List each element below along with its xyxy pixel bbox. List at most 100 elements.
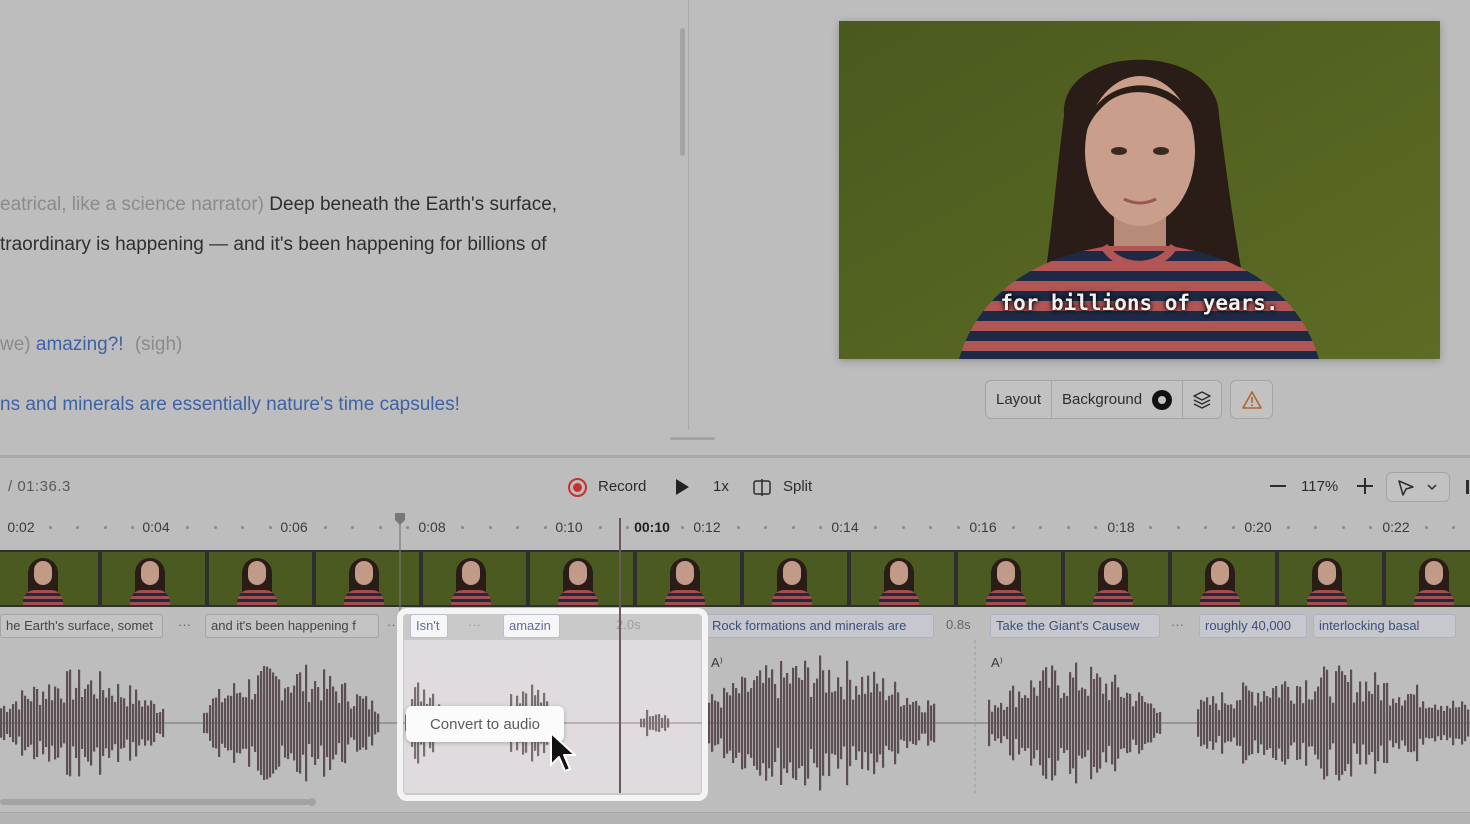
tick-dot bbox=[543, 526, 547, 529]
waveform-bar bbox=[329, 675, 332, 771]
script-segment[interactable]: amazin bbox=[503, 614, 560, 638]
selected-word[interactable]: amazing?! bbox=[36, 334, 124, 355]
script-scrollbar[interactable] bbox=[680, 28, 685, 156]
timeline-more-menu[interactable] bbox=[1466, 480, 1469, 494]
waveform-bar bbox=[777, 698, 780, 748]
scrollbar-handle[interactable] bbox=[308, 798, 316, 806]
waveform-bar bbox=[933, 703, 936, 743]
waveform-bar bbox=[3, 705, 6, 741]
waveform-bar bbox=[894, 681, 897, 765]
layout-button[interactable]: Layout bbox=[986, 381, 1051, 418]
warning-button[interactable] bbox=[1230, 380, 1274, 419]
script-segment[interactable]: he Earth's surface, somet bbox=[0, 614, 163, 638]
script-segment[interactable]: Rock formations and minerals are bbox=[706, 614, 934, 638]
record-button[interactable]: Record bbox=[566, 474, 652, 500]
convert-to-audio-button[interactable]: Convert to audio bbox=[406, 706, 564, 742]
video-thumbnail bbox=[209, 552, 314, 605]
playhead[interactable] bbox=[619, 518, 621, 793]
waveform-bar bbox=[1090, 666, 1093, 780]
waveform-bar bbox=[1126, 692, 1129, 754]
waveform-bar bbox=[903, 705, 906, 741]
waveform-bar bbox=[269, 668, 272, 778]
waveform-bar bbox=[341, 684, 344, 762]
waveform-bar bbox=[1048, 687, 1051, 759]
waveform-bar bbox=[1138, 692, 1141, 754]
tts-marker[interactable]: A⁾ bbox=[711, 655, 723, 671]
waveform-bar bbox=[1323, 666, 1326, 780]
script-line[interactable]: ns and minerals are essentially nature's… bbox=[0, 393, 460, 417]
background-color-swatch[interactable] bbox=[1152, 389, 1173, 410]
segment-gap[interactable]: ··· bbox=[387, 614, 400, 638]
pane-divider[interactable] bbox=[688, 0, 689, 430]
waveform-bar bbox=[108, 688, 111, 758]
segment-gap[interactable]: ··· bbox=[1171, 614, 1184, 638]
waveform-bar bbox=[1290, 700, 1293, 746]
zoom-level: 117% bbox=[1301, 478, 1339, 495]
script-segment[interactable]: Isn't bbox=[410, 614, 448, 638]
waveform-bar bbox=[1404, 700, 1407, 746]
pause-duration[interactable]: 0.8s bbox=[946, 614, 971, 638]
script-segment[interactable]: and it's been happening f bbox=[205, 614, 379, 638]
zoom-out-icon[interactable] bbox=[1270, 485, 1286, 488]
panel-resize-handle[interactable] bbox=[670, 437, 715, 440]
waveform-bar bbox=[69, 669, 72, 777]
video-thumbnail bbox=[1386, 552, 1470, 605]
tick-label: 0:04 bbox=[142, 519, 170, 535]
audio-waveform[interactable] bbox=[0, 640, 1470, 800]
video-preview[interactable]: for billions of years. bbox=[839, 21, 1440, 359]
script-segment[interactable]: Take the Giant's Causew bbox=[990, 614, 1160, 638]
waveform-bar bbox=[834, 691, 837, 755]
waveform-bar bbox=[735, 688, 738, 758]
waveform-bar bbox=[1446, 705, 1449, 741]
sound-tag[interactable]: (sigh) bbox=[135, 334, 183, 355]
waveform-bar bbox=[81, 697, 84, 749]
zoom-in-icon[interactable] bbox=[1357, 478, 1373, 494]
waveform-bar bbox=[816, 678, 819, 768]
layers-button[interactable] bbox=[1183, 381, 1221, 418]
script-segment[interactable]: interlocking basal bbox=[1313, 614, 1456, 638]
split-button[interactable]: Split bbox=[752, 474, 822, 500]
tts-marker[interactable]: A⁾ bbox=[991, 655, 1003, 671]
waveform-bar bbox=[1039, 680, 1042, 766]
waveform-bar bbox=[1329, 696, 1332, 750]
waveform-bar bbox=[825, 692, 828, 754]
waveform-bar bbox=[855, 686, 858, 760]
script-line[interactable]: we) amazing?! (sigh) bbox=[0, 333, 182, 357]
waveform-bar bbox=[296, 674, 299, 772]
waveform-bar bbox=[102, 690, 105, 756]
waveform-bar bbox=[864, 693, 867, 753]
waveform-bar bbox=[21, 690, 24, 756]
script-line[interactable]: traordinary is happening — and it's been… bbox=[0, 233, 547, 257]
segment-gap[interactable]: ··· bbox=[178, 614, 191, 638]
waveform-bar bbox=[906, 697, 909, 749]
waveform-bar bbox=[750, 688, 753, 758]
waveform-bar bbox=[1236, 700, 1239, 746]
tick-dot bbox=[1011, 526, 1015, 529]
waveform-bar bbox=[251, 699, 254, 747]
waveform-bar bbox=[78, 669, 81, 777]
waveform-bar bbox=[1449, 708, 1452, 738]
waveform-bar bbox=[1380, 700, 1383, 746]
video-track[interactable] bbox=[0, 550, 1470, 607]
tool-select-dropdown[interactable] bbox=[1386, 472, 1450, 502]
waveform-bar bbox=[1072, 677, 1075, 769]
timeline-horizontal-scrollbar[interactable] bbox=[0, 799, 310, 805]
script-editor[interactable]: eatrical, like a science narrator) Deep … bbox=[0, 0, 688, 430]
play-icon[interactable] bbox=[674, 478, 690, 496]
waveform-bar bbox=[1024, 695, 1027, 751]
waveform-bar bbox=[209, 705, 212, 741]
script-segment[interactable]: roughly 40,000 bbox=[1199, 614, 1307, 638]
in-point-handle[interactable] bbox=[394, 512, 406, 526]
waveform-bar bbox=[655, 714, 658, 732]
timeline-ruler[interactable]: 0:02 0:04 0:06 0:08 0:10 00:10 0:12 0:14… bbox=[0, 512, 1470, 542]
waveform-bar bbox=[988, 699, 991, 747]
waveform-bar bbox=[1003, 709, 1006, 737]
waveform-bar bbox=[1425, 708, 1428, 738]
playback-speed[interactable]: 1x bbox=[713, 478, 729, 495]
waveform-bar bbox=[33, 686, 36, 760]
tick-dot bbox=[351, 526, 355, 529]
script-line[interactable]: eatrical, like a science narrator) Deep … bbox=[0, 193, 557, 217]
waveform-bar bbox=[717, 701, 720, 745]
background-button[interactable]: Background bbox=[1052, 381, 1152, 418]
segment-gap[interactable]: ··· bbox=[468, 614, 481, 638]
